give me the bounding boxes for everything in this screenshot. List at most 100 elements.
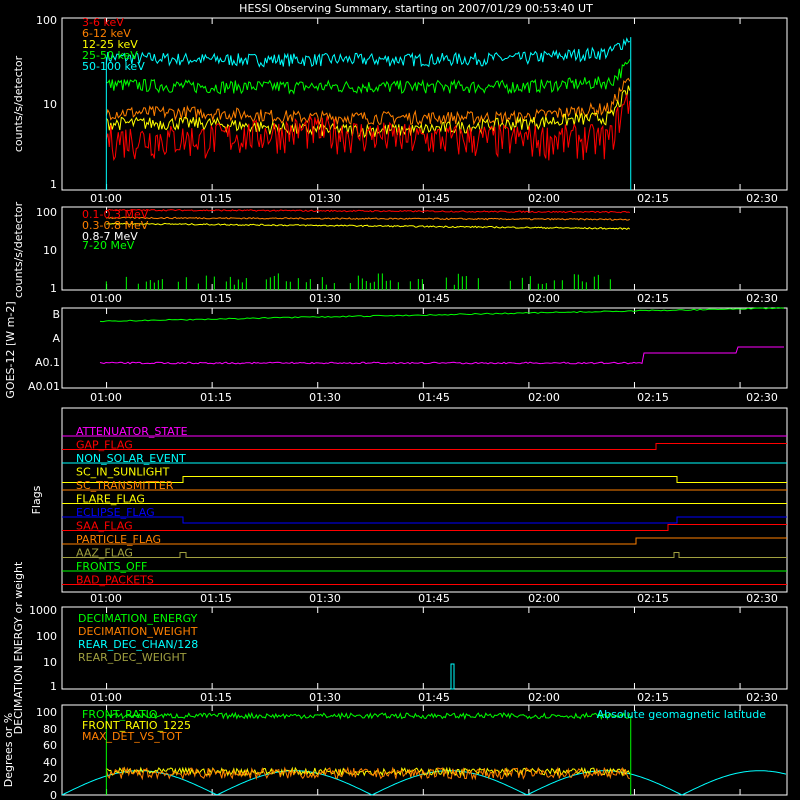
panel5-yticks: 1 10 100 1000 [29,604,57,693]
panel5-ytick: 1 [50,680,57,693]
panel5-ylabel: DECIMATION ENERGY or weight [12,561,25,734]
panel6-ylabel: Degrees or % [2,713,15,787]
xtick-label: 01:15 [200,592,232,605]
panel5-legend: DECIMATION_ENERGY DECIMATION_WEIGHT REAR… [78,612,198,664]
xtick-label: 01:30 [309,691,341,704]
panel2-ytick: 10 [43,244,57,257]
xtick-label: 02:30 [746,691,778,704]
series-line-3 [106,59,631,95]
panel2-legend: 0.1-0.3 MeV 0.3-0.8 MeV 0.8-7 MeV 7-20 M… [82,208,149,252]
panel1-frame [61,17,788,191]
panel6-ytick: 100 [36,706,57,719]
panel2-ytick: 1 [50,282,57,295]
panel6-ytick: 40 [43,756,57,769]
xtick-label: 01:15 [200,391,232,404]
series-line-2 [106,222,631,231]
xtick-label: 02:00 [528,592,560,605]
xtick-label: 02:00 [528,691,560,704]
xtick-label: 01:30 [309,391,341,404]
xtick-label: 02:00 [528,391,560,404]
panel2-frame [61,206,788,291]
legend-entry: 7-20 MeV [82,239,135,252]
flag-label: SC_IN_SUNLIGHT [76,466,170,479]
xtick-label: 01:15 [200,691,232,704]
xtick-label: 02:30 [746,391,778,404]
xtick-label: 02:15 [637,691,669,704]
goes-long-channel [99,307,785,323]
panel1-yticks: 1 10 100 [36,14,57,191]
xtick-label: 01:00 [90,292,122,305]
panel6-ytick: 20 [43,772,57,785]
xtick-label: 01:00 [90,391,122,404]
flag-line [62,443,787,450]
flag-line [62,516,787,524]
panel3-plot [99,307,785,388]
panel6-ytick: 0 [50,789,57,800]
xtick-label: 02:15 [637,592,669,605]
panel2-ytick: 100 [36,206,57,219]
observing-summary-figure: HESSI Observing Summary, starting on 200… [2,2,788,800]
xtick-label: 02:15 [637,292,669,305]
panel6-legend: FRONT_RATIO FRONT_RATIO_1225 MAX_DET_VS_… [82,708,766,743]
xtick-label: 01:45 [418,192,450,205]
xtick-label: 01:15 [200,192,232,205]
panel3-ytick: A0.1 [35,356,60,369]
panel2-ylabel: counts/s/detector [12,201,25,298]
panel1-ytick: 1 [50,178,57,191]
panel3-ytick: A0.01 [28,380,60,393]
panel3-ytick: B [52,308,60,321]
xtick-label: 02:15 [637,391,669,404]
panel5-ytick: 100 [36,630,57,643]
xticks-row-4: 01:00 01:15 01:30 01:45 02:00 02:15 02:3… [90,592,778,605]
panel6-ytick: 80 [43,723,57,736]
panel2-yticks: 1 10 100 [36,206,57,295]
xtick-label: 01:30 [309,192,341,205]
series-line-1 [106,216,631,221]
xtick-label: 01:30 [309,592,341,605]
xticks-row-2: 01:00 01:15 01:30 01:45 02:00 02:15 02:3… [90,292,778,305]
panel2-plot [105,207,741,290]
flag-line [62,552,787,558]
panel5-plot [106,607,741,690]
panel1-ylabel: counts/s/detector [12,55,25,152]
rear-dec-spike [450,663,455,690]
legend-entry: DECIMATION_ENERGY [78,612,198,625]
series-line-4 [105,37,630,68]
panel1-ytick: 100 [36,14,57,27]
panel5-ytick: 1000 [29,604,57,617]
front-ratio-line [106,711,631,721]
panel3-yticks: A0.01 A0.1 A B [28,308,61,393]
xtick-label: 01:15 [200,292,232,305]
panel3-ylabel: GOES-12 [W m-2] [4,301,17,398]
flag-line [62,537,787,545]
legend-entry: DECIMATION_WEIGHT [78,625,198,638]
legend-entry: Absolute geomagnetic latitude [597,708,767,721]
xticks-row-5: 01:00 01:15 01:30 01:45 02:00 02:15 02:3… [90,691,778,704]
panel3-ytick: A [52,332,60,345]
xtick-label: 01:45 [418,592,450,605]
xtick-label: 01:45 [418,292,450,305]
xtick-label: 01:00 [90,192,122,205]
panel5-ytick: 10 [43,656,57,669]
panel6-yticks: 0 20 40 60 80 100 [36,706,57,800]
legend-entry: REAR_DEC_CHAN/128 [78,638,198,651]
goes-short-channel [99,346,784,365]
panel4-plot: ATTENUATOR_STATEGAP_FLAGNON_SOLAR_EVENTS… [62,425,787,587]
xtick-label: 02:30 [746,292,778,305]
legend-entry: REAR_DEC_WEIGHT [78,651,187,664]
xtick-label: 02:30 [746,192,778,205]
legend-entry: 50-100 keV [82,60,145,73]
series-line-0 [106,208,630,214]
xtick-label: 01:30 [309,292,341,305]
panel4-ylabel: Flags [30,485,43,514]
panel1-legend: 3-6 keV 6-12 keV 12-25 keV 25-50 keV 50-… [82,16,145,73]
flag-line [62,524,787,531]
figure-title: HESSI Observing Summary, starting on 200… [239,2,593,15]
xtick-label: 02:00 [528,292,560,305]
legend-entry: MAX_DET_VS_TOT [82,730,182,743]
xtick-label: 01:00 [90,691,122,704]
xtick-label: 02:00 [528,192,560,205]
xticks-row-3: 01:00 01:15 01:30 01:45 02:00 02:15 02:3… [90,391,778,404]
xtick-label: 02:30 [746,592,778,605]
xticks-row-1: 01:00 01:15 01:30 01:45 02:00 02:15 02:3… [90,192,778,205]
